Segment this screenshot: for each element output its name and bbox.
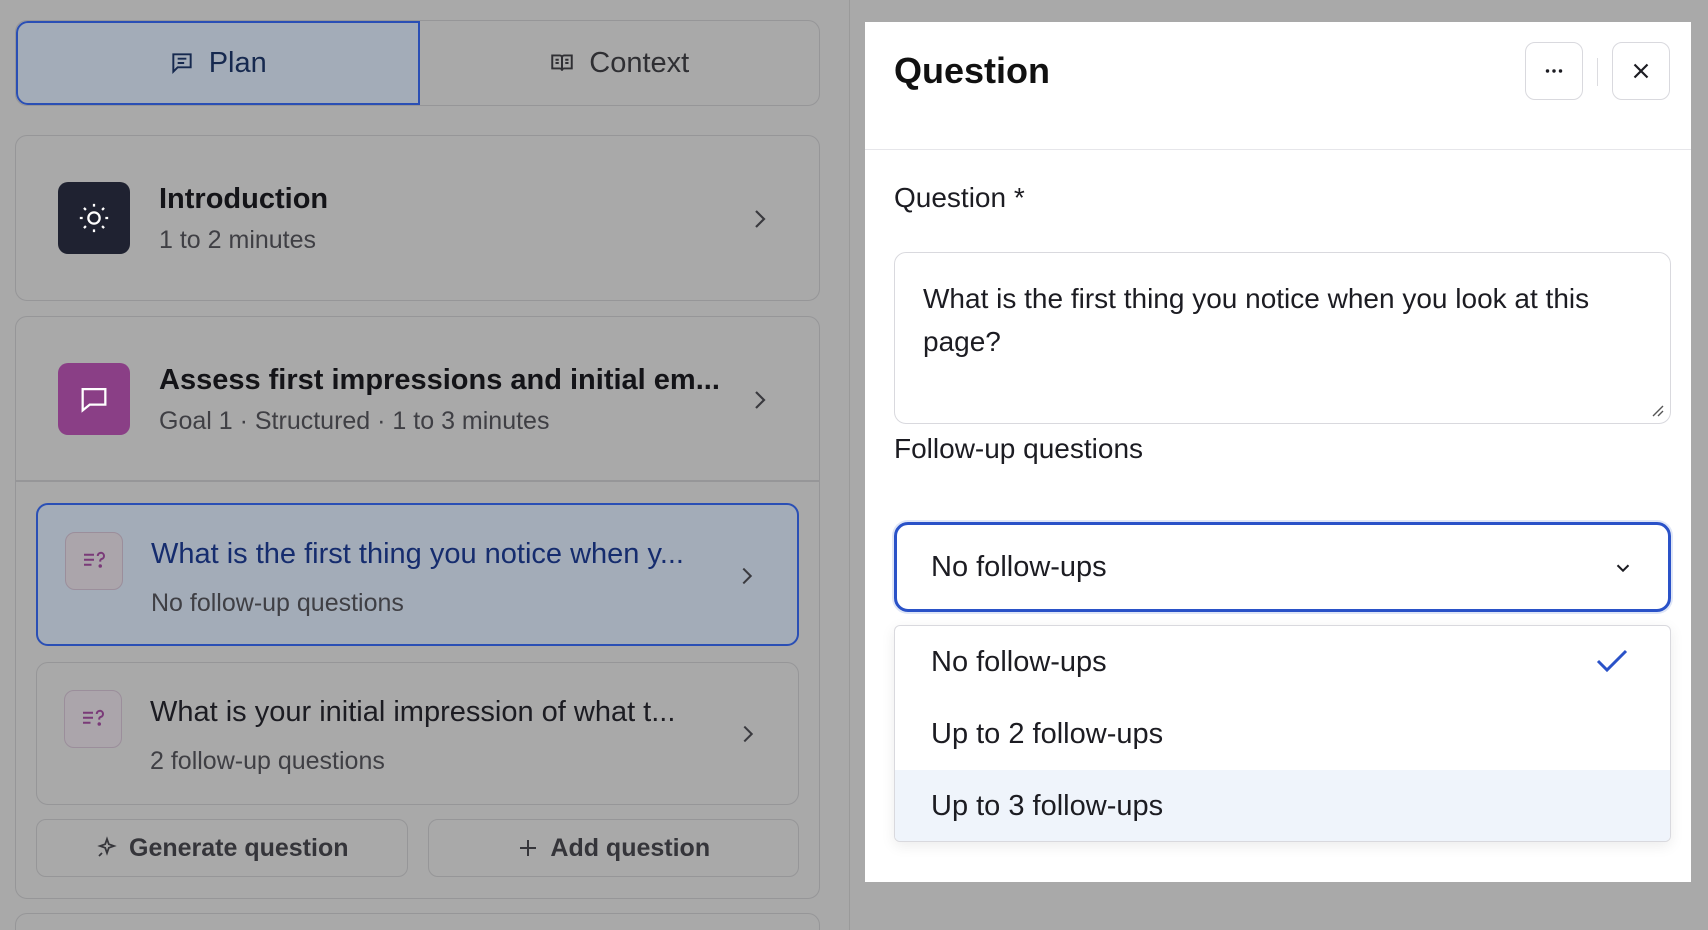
question-card[interactable]: What is the first thing you notice when … [36,503,799,646]
sparkle-icon [97,836,117,857]
followup-selected-value: No follow-ups [931,550,1107,583]
generate-question-button[interactable]: Generate question [36,819,408,877]
more-options-button[interactable] [1525,42,1583,100]
add-question-button[interactable]: Add question [427,819,799,877]
question-followups: 2 follow-up questions [150,747,385,775]
question-actions: Generate question Add question [36,819,799,877]
add-question-label: Add question [550,833,711,862]
tab-plan-label: Plan [208,46,267,79]
question-text: What is the first thing you notice when … [923,283,1590,357]
plan-panel: Plan Context Introduction 1 to 2 minutes… [0,0,850,930]
option-up-to-2[interactable]: Up to 2 follow-ups [895,698,1670,770]
followup-select[interactable]: No follow-ups [894,522,1671,612]
question-card[interactable]: What is your initial impression of what … [36,662,799,805]
introduction-title: Introduction [159,183,329,215]
close-icon [1633,63,1649,79]
question-icon-box [64,690,122,748]
chevron-right-icon [755,210,766,228]
chevron-down-icon [1616,564,1630,573]
resize-handle-icon[interactable] [1648,401,1664,417]
chevron-right-icon [743,725,754,743]
question-textarea[interactable]: What is the first thing you notice when … [894,252,1671,424]
goal-card: Assess first impressions and initial em.… [15,316,820,899]
tab-plan[interactable]: Plan [16,21,420,105]
introduction-duration: 1 to 2 minutes [159,226,317,254]
introduction-card[interactable]: Introduction 1 to 2 minutes [15,135,820,301]
goal-title: Assess first impressions and initial em.… [159,364,720,396]
close-button[interactable] [1612,42,1670,100]
chat-bubble-icon [81,387,107,413]
question-field-label: Question * [894,182,1025,213]
more-horizontal-icon [1545,69,1563,73]
option-label: Up to 2 follow-ups [931,717,1164,750]
chevron-right-icon [755,391,766,409]
option-no-followups[interactable]: No follow-ups [895,626,1670,698]
generate-question-label: Generate question [129,833,349,862]
panel-divider [849,0,850,930]
followup-dropdown: No follow-ups Up to 2 follow-ups Up to 3… [894,625,1671,842]
question-list-icon [83,709,104,726]
question-title: What is your initial impression of what … [150,696,676,728]
question-followups: No follow-up questions [151,589,404,617]
followup-field-label: Follow-up questions [894,433,1144,464]
next-card [15,913,820,930]
chevron-right-icon [742,567,753,585]
question-title: What is the first thing you notice when … [151,538,684,570]
question-drawer: Question Question * What is the first th… [865,22,1691,882]
goal-header[interactable]: Assess first impressions and initial em.… [16,317,819,482]
option-up-to-3[interactable]: Up to 3 follow-ups [895,770,1670,841]
drawer-title: Question [894,50,1051,91]
question-icon-box [65,532,123,590]
message-lines-icon [172,53,192,75]
plus-icon [520,840,537,856]
plan-context-tabs: Plan Context [15,20,820,106]
introduction-icon-box [58,182,130,254]
book-open-icon [551,54,573,71]
goal-icon-box [58,363,130,435]
question-list-icon [84,551,105,568]
tab-context[interactable]: Context [420,21,820,105]
option-label: Up to 3 follow-ups [931,789,1164,822]
drawer-header: Question [865,22,1691,150]
tab-context-label: Context [589,46,690,79]
sun-icon [79,203,109,233]
header-separator [1597,58,1598,86]
check-icon [1596,649,1628,673]
goal-subtitle: Goal 1 · Structured · 1 to 3 minutes [159,407,550,435]
option-label: No follow-ups [931,645,1107,678]
